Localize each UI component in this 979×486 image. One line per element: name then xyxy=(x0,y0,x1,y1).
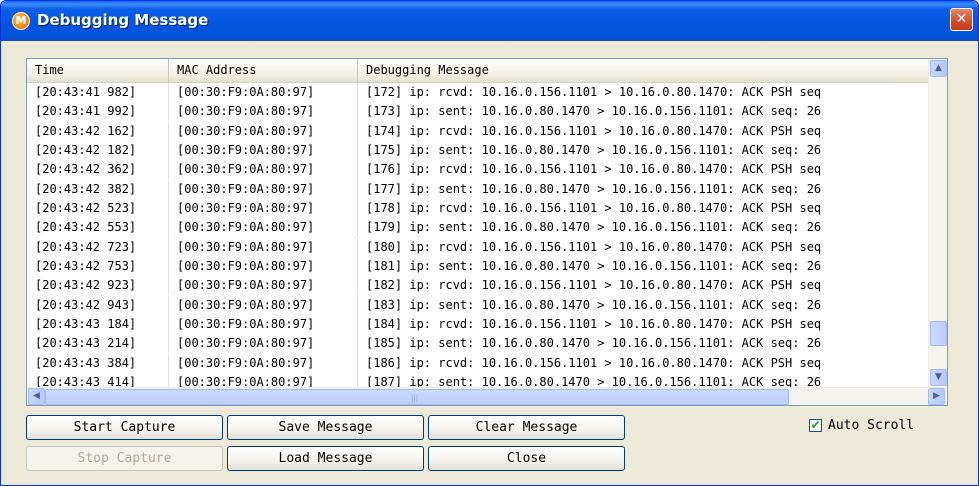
message-cell: [187] ip: sent: 10.16.0.80.1470 > 10.16.… xyxy=(366,375,822,388)
start-capture-button[interactable]: Start Capture xyxy=(26,415,223,440)
message-cell: [177] ip: sent: 10.16.0.80.1470 > 10.16.… xyxy=(366,181,822,196)
clear-message-button[interactable]: Clear Message xyxy=(428,415,625,440)
app-icon: M xyxy=(12,12,30,30)
horizontal-scrollbar[interactable]: ◀ ||| ▶ xyxy=(27,387,947,405)
time-cell: [20:43:41 982] xyxy=(27,83,169,102)
mac-address-cell: [00:30:F9:0A:80:97] xyxy=(169,373,358,388)
message-cell: [174] ip: rcvd: 10.16.0.156.1101 > 10.16… xyxy=(366,123,822,138)
mac-address-cell: [00:30:F9:0A:80:97] xyxy=(169,83,358,102)
time-cell: [20:43:42 553] xyxy=(27,218,169,238)
message-list[interactable]: Time MAC Address Debugging Message [20:4… xyxy=(26,58,948,406)
time-cell: [20:43:43 384] xyxy=(27,353,169,373)
mac-address-cell: [00:30:F9:0A:80:97] xyxy=(169,102,358,122)
table-row[interactable]: [20:43:41 992] [00:30:F9:0A:80:97] [173] i… xyxy=(27,102,928,122)
message-cell: [185] ip: sent: 10.16.0.80.1470 > 10.16.… xyxy=(366,336,822,351)
vertical-scrollbar[interactable]: ▲ ▼ xyxy=(928,59,947,388)
time-cell: [20:43:43 214] xyxy=(27,334,169,354)
scroll-grip-icon: ||| xyxy=(411,394,419,402)
time-cell: [20:43:42 382] xyxy=(27,179,169,199)
title-bar[interactable]: M Debugging Message ✕ xyxy=(1,1,978,41)
table-row[interactable]: [20:43:42 162] [00:30:F9:0A:80:97] [174] i… xyxy=(27,121,928,141)
table-row[interactable]: [20:43:42 923] [00:30:F9:0A:80:97] [182] i… xyxy=(27,276,928,296)
message-cell: [183] ip: sent: 10.16.0.80.1470 > 10.16.… xyxy=(366,297,822,312)
window-title: Debugging Message xyxy=(37,11,209,29)
column-header-mac-address[interactable]: MAC Address xyxy=(169,59,358,82)
mac-address-cell: [00:30:F9:0A:80:97] xyxy=(169,199,358,219)
message-cell: [186] ip: rcvd: 10.16.0.156.1101 > 10.16… xyxy=(366,355,822,370)
time-cell: [20:43:43 184] xyxy=(27,315,169,335)
table-row[interactable]: [20:43:43 384] [00:30:F9:0A:80:97] [186] i… xyxy=(27,353,928,373)
message-cell: [178] ip: rcvd: 10.16.0.156.1101 > 10.16… xyxy=(366,201,822,216)
stop-capture-button: Stop Capture xyxy=(26,446,223,471)
table-row[interactable]: [20:43:43 184] [00:30:F9:0A:80:97] [184] i… xyxy=(27,315,928,335)
mac-address-cell: [00:30:F9:0A:80:97] xyxy=(169,334,358,354)
message-cell: [172] ip: rcvd: 10.16.0.156.1101 > 10.16… xyxy=(366,85,822,99)
close-icon: ✕ xyxy=(955,11,968,27)
list-header: Time MAC Address Debugging Message xyxy=(27,59,947,83)
close-button[interactable]: Close xyxy=(428,446,625,471)
load-message-button[interactable]: Load Message xyxy=(227,446,424,471)
mac-address-cell: [00:30:F9:0A:80:97] xyxy=(169,121,358,141)
time-cell: [20:43:42 923] xyxy=(27,276,169,296)
auto-scroll-label[interactable]: Auto Scroll xyxy=(828,417,914,435)
table-row[interactable]: [20:43:41 982] [00:30:F9:0A:80:97] [172] i… xyxy=(27,83,928,102)
time-cell: [20:43:42 943] xyxy=(27,295,169,315)
table-row[interactable]: [20:43:42 382] [00:30:F9:0A:80:97] [177] i… xyxy=(27,179,928,199)
message-cell: [181] ip: sent: 10.16.0.80.1470 > 10.16.… xyxy=(366,259,822,274)
mac-address-cell: [00:30:F9:0A:80:97] xyxy=(169,257,358,277)
mac-address-cell: [00:30:F9:0A:80:97] xyxy=(169,276,358,296)
scroll-up-button[interactable]: ▲ xyxy=(930,60,947,77)
chevron-up-icon: ▲ xyxy=(935,63,942,73)
table-row[interactable]: [20:43:42 182] [00:30:F9:0A:80:97] [175] i… xyxy=(27,141,928,161)
table-row[interactable]: [20:43:42 943] [00:30:F9:0A:80:97] [183] i… xyxy=(27,295,928,315)
horizontal-scroll-thumb[interactable]: ||| xyxy=(45,389,789,405)
time-cell: [20:43:41 992] xyxy=(27,102,169,122)
message-cell: [176] ip: rcvd: 10.16.0.156.1101 > 10.16… xyxy=(366,162,822,177)
message-cell: [173] ip: sent: 10.16.0.80.1470 > 10.16.… xyxy=(366,104,822,119)
time-cell: [20:43:42 362] xyxy=(27,160,169,180)
time-cell: [20:43:42 162] xyxy=(27,121,169,141)
table-row[interactable]: [20:43:42 553] [00:30:F9:0A:80:97] [179] i… xyxy=(27,218,928,238)
checkbox-checked-icon[interactable]: ✔ xyxy=(809,419,822,432)
mac-address-cell: [00:30:F9:0A:80:97] xyxy=(169,141,358,161)
mac-address-cell: [00:30:F9:0A:80:97] xyxy=(169,160,358,180)
table-row[interactable]: [20:43:42 362] [00:30:F9:0A:80:97] [176] i… xyxy=(27,160,928,180)
time-cell: [20:43:42 523] xyxy=(27,199,169,219)
message-cell: [182] ip: rcvd: 10.16.0.156.1101 > 10.16… xyxy=(366,278,822,293)
scroll-right-button[interactable]: ▶ xyxy=(928,388,945,405)
column-header-debugging-message[interactable]: Debugging Message xyxy=(358,59,928,82)
time-cell: [20:43:43 414] xyxy=(27,373,169,388)
mac-address-cell: [00:30:F9:0A:80:97] xyxy=(169,237,358,257)
time-cell: [20:43:42 182] xyxy=(27,141,169,161)
chevron-left-icon: ◀ xyxy=(33,391,40,401)
mac-address-cell: [00:30:F9:0A:80:97] xyxy=(169,295,358,315)
save-message-button[interactable]: Save Message xyxy=(227,415,424,440)
table-row[interactable]: [20:43:42 753] [00:30:F9:0A:80:97] [181] i… xyxy=(27,257,928,277)
table-row[interactable]: [20:43:43 214] [00:30:F9:0A:80:97] [185] i… xyxy=(27,334,928,354)
chevron-right-icon: ▶ xyxy=(933,391,940,401)
vertical-scroll-thumb[interactable] xyxy=(930,321,947,346)
scroll-down-button[interactable]: ▼ xyxy=(930,369,947,386)
chevron-down-icon: ▼ xyxy=(935,372,942,382)
table-row[interactable]: [20:43:43 414] [00:30:F9:0A:80:97] [187] i… xyxy=(27,373,928,388)
column-header-time[interactable]: Time xyxy=(27,59,169,82)
time-cell: [20:43:42 753] xyxy=(27,257,169,277)
message-cell: [179] ip: sent: 10.16.0.80.1470 > 10.16.… xyxy=(366,220,822,235)
message-cell: [180] ip: rcvd: 10.16.0.156.1101 > 10.16… xyxy=(366,239,822,254)
mac-address-cell: [00:30:F9:0A:80:97] xyxy=(169,218,358,238)
mac-address-cell: [00:30:F9:0A:80:97] xyxy=(169,353,358,373)
scroll-left-button[interactable]: ◀ xyxy=(28,388,45,405)
close-window-button[interactable]: ✕ xyxy=(950,8,973,31)
table-row[interactable]: [20:43:42 523] [00:30:F9:0A:80:97] [178] i… xyxy=(27,199,928,219)
table-row[interactable]: [20:43:42 723] [00:30:F9:0A:80:97] [180] i… xyxy=(27,237,928,257)
message-cell: [184] ip: rcvd: 10.16.0.156.1101 > 10.16… xyxy=(366,317,822,332)
mac-address-cell: [00:30:F9:0A:80:97] xyxy=(169,179,358,199)
message-cell: [175] ip: sent: 10.16.0.80.1470 > 10.16.… xyxy=(366,143,822,158)
message-rows: [20:43:41 982] [00:30:F9:0A:80:97] [172] i… xyxy=(27,83,928,388)
mac-address-cell: [00:30:F9:0A:80:97] xyxy=(169,315,358,335)
debugging-message-window: M Debugging Message ✕ Time MAC Address D… xyxy=(0,0,979,486)
time-cell: [20:43:42 723] xyxy=(27,237,169,257)
